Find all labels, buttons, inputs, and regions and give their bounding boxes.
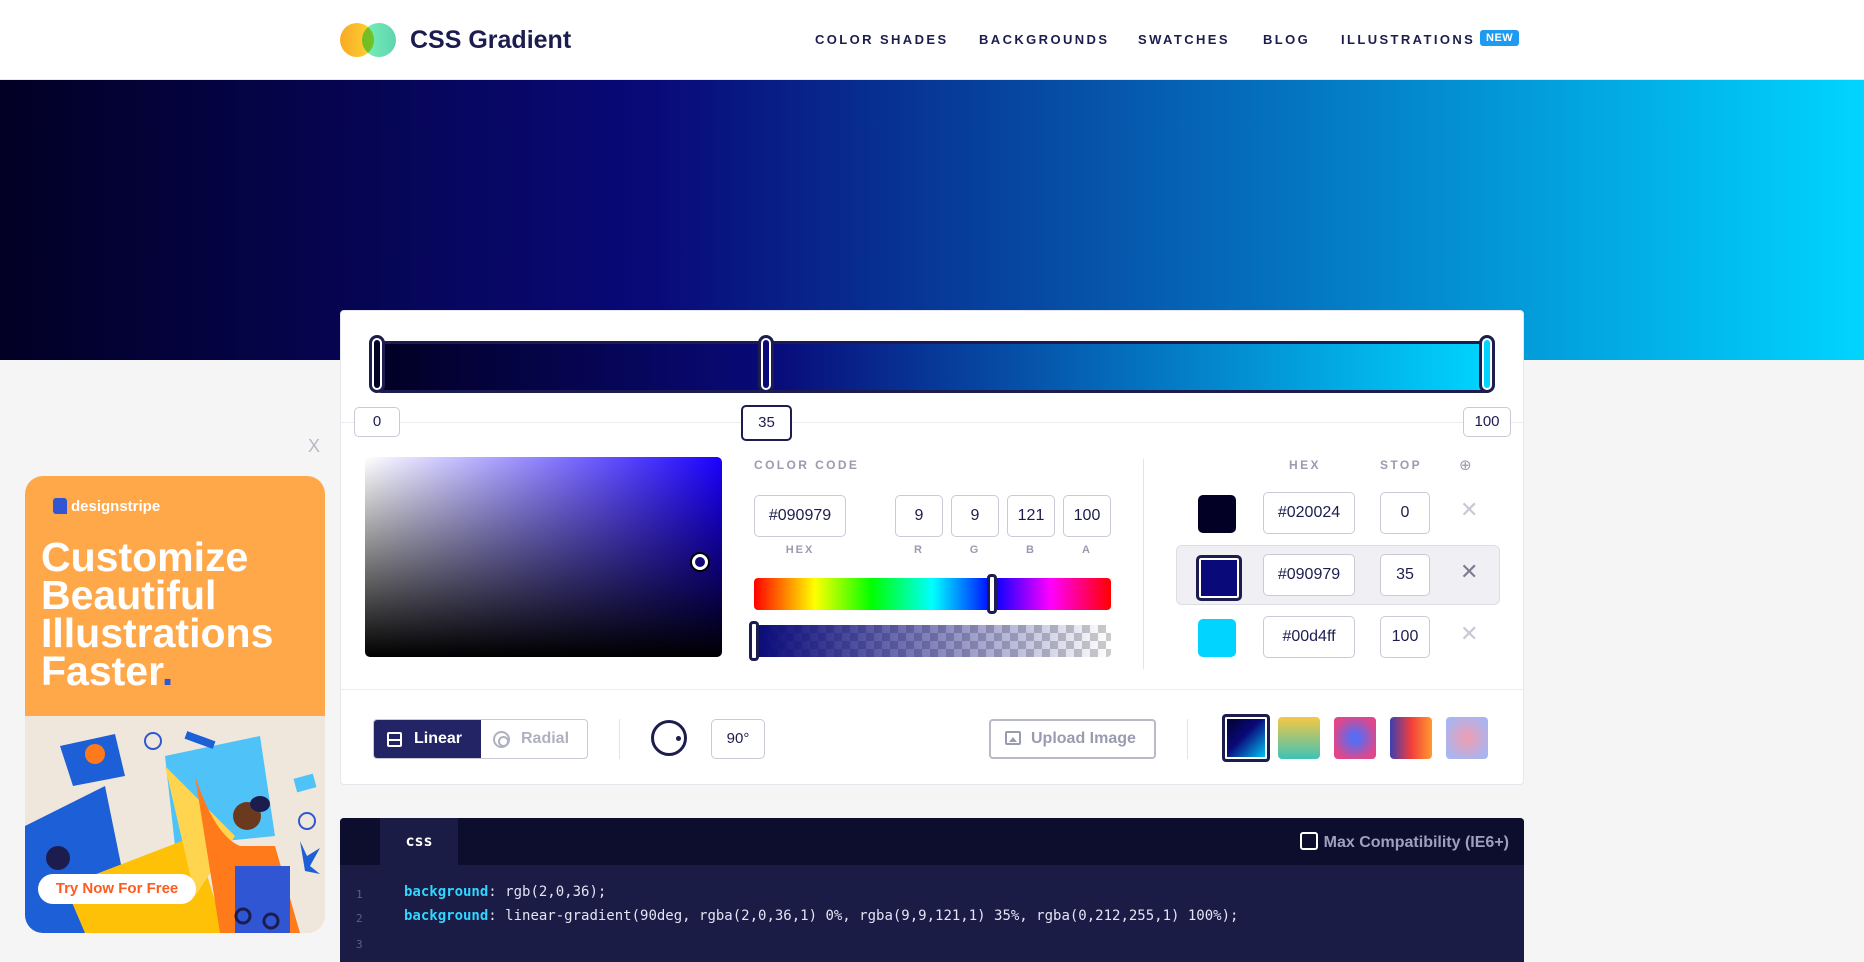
ad-banner[interactable]: designstripe Customize Beautiful Illustr… bbox=[25, 476, 325, 933]
line-number: 3 bbox=[356, 938, 363, 951]
new-badge: NEW bbox=[1480, 30, 1520, 46]
ad-close-button[interactable]: X bbox=[308, 436, 320, 457]
hex-sublabel: HEX bbox=[785, 544, 815, 556]
radial-icon bbox=[493, 731, 510, 748]
hue-slider-handle[interactable] bbox=[987, 574, 997, 614]
gradient-bar[interactable] bbox=[377, 341, 1490, 393]
designstripe-logo-icon bbox=[53, 498, 67, 514]
nav-color-shades[interactable]: COLOR SHADES bbox=[815, 32, 949, 47]
logo-icon[interactable] bbox=[340, 23, 396, 57]
stop-handle-1[interactable] bbox=[758, 335, 774, 393]
max-compatibility-toggle[interactable]: Max Compatibility (IE6+) bbox=[1299, 832, 1509, 852]
stop-value-0[interactable]: 0 bbox=[1380, 492, 1430, 534]
stop-value-2[interactable]: 100 bbox=[1380, 616, 1430, 658]
tab-css[interactable]: css bbox=[380, 818, 458, 865]
saturation-picker[interactable] bbox=[365, 457, 722, 657]
upload-image-button[interactable]: Upload Image bbox=[989, 719, 1156, 759]
controls-separator bbox=[1187, 719, 1188, 759]
stop-hex-0[interactable]: #020024 bbox=[1263, 492, 1355, 534]
brand-name[interactable]: CSS Gradient bbox=[410, 26, 571, 55]
angle-input[interactable]: 90° bbox=[711, 719, 765, 759]
preset-swatch-1[interactable] bbox=[1278, 717, 1320, 759]
nav-backgrounds[interactable]: BACKGROUNDS bbox=[979, 32, 1109, 47]
hex-column-header: HEX bbox=[1289, 458, 1321, 472]
add-stop-icon[interactable]: ⊕ bbox=[1459, 456, 1472, 474]
alpha-slider-handle[interactable] bbox=[749, 621, 759, 661]
line-number: 2 bbox=[356, 912, 363, 925]
nav-swatches[interactable]: SWATCHES bbox=[1138, 32, 1230, 47]
r-input[interactable]: 9 bbox=[895, 495, 943, 537]
b-input[interactable]: 121 bbox=[1007, 495, 1055, 537]
stop-position-0[interactable]: 0 bbox=[354, 407, 400, 437]
code-header: css Max Compatibility (IE6+) bbox=[340, 818, 1524, 865]
linear-icon bbox=[387, 732, 402, 747]
stop-row-2[interactable]: #00d4ff 100 ✕ bbox=[1176, 607, 1500, 667]
radial-button[interactable]: Radial bbox=[481, 720, 587, 758]
gradient-bar-area bbox=[341, 311, 1525, 423]
controls-divider bbox=[341, 689, 1525, 690]
linear-button[interactable]: Linear bbox=[374, 720, 481, 758]
gradient-editor: 0 35 100 COLOR CODE #090979 9 9 121 100 … bbox=[340, 310, 1525, 785]
preset-swatch-2[interactable] bbox=[1334, 717, 1376, 759]
code-output: css Max Compatibility (IE6+) 1 backgroun… bbox=[340, 818, 1524, 962]
preset-swatch-3[interactable] bbox=[1390, 717, 1432, 759]
stop-swatch-2[interactable] bbox=[1198, 619, 1236, 657]
preset-swatch-4[interactable] bbox=[1446, 717, 1488, 759]
hue-slider[interactable] bbox=[754, 578, 1111, 610]
remove-stop-icon[interactable]: ✕ bbox=[1460, 621, 1478, 647]
g-sublabel: G bbox=[969, 544, 981, 556]
remove-stop-icon[interactable]: ✕ bbox=[1460, 497, 1478, 523]
preset-swatch-0[interactable] bbox=[1222, 714, 1270, 762]
code-line-1[interactable]: background: rgb(2,0,36); bbox=[404, 884, 606, 900]
stop-row-0[interactable]: #020024 0 ✕ bbox=[1176, 483, 1500, 543]
ad-cta-button[interactable]: Try Now For Free bbox=[38, 874, 196, 904]
panel-divider bbox=[1143, 459, 1144, 669]
stop-swatch-0[interactable] bbox=[1198, 495, 1236, 533]
ad-brand: designstripe bbox=[53, 498, 160, 515]
site-header: CSS Gradient COLOR SHADES BACKGROUNDS SW… bbox=[0, 0, 1864, 80]
a-input[interactable]: 100 bbox=[1063, 495, 1111, 537]
stop-handle-0[interactable] bbox=[369, 335, 385, 393]
stop-handle-2[interactable] bbox=[1479, 335, 1495, 393]
stop-row-1[interactable]: #090979 35 ✕ bbox=[1176, 545, 1500, 605]
code-line-2[interactable]: background: linear-gradient(90deg, rgba(… bbox=[404, 908, 1238, 924]
stop-hex-1[interactable]: #090979 bbox=[1263, 554, 1355, 596]
controls-separator bbox=[619, 719, 620, 759]
nav-illustrations[interactable]: ILLUSTRATIONS bbox=[1341, 32, 1475, 47]
stop-position-1[interactable]: 35 bbox=[741, 405, 792, 441]
image-icon bbox=[1005, 731, 1021, 745]
b-sublabel: B bbox=[1026, 544, 1036, 556]
r-sublabel: R bbox=[914, 544, 924, 556]
line-number: 1 bbox=[356, 888, 363, 901]
stop-swatch-1[interactable] bbox=[1196, 555, 1242, 601]
ad-title: Customize Beautiful Illustrations Faster… bbox=[41, 534, 274, 694]
g-input[interactable]: 9 bbox=[951, 495, 999, 537]
stop-value-1[interactable]: 35 bbox=[1380, 554, 1430, 596]
nav-blog[interactable]: BLOG bbox=[1263, 32, 1310, 47]
stop-hex-2[interactable]: #00d4ff bbox=[1263, 616, 1355, 658]
angle-dial-icon[interactable] bbox=[651, 720, 687, 756]
gradient-type-toggle: Linear Radial bbox=[373, 719, 588, 759]
stop-position-2[interactable]: 100 bbox=[1463, 407, 1511, 437]
alpha-slider[interactable] bbox=[754, 625, 1111, 657]
checkbox-icon[interactable] bbox=[1299, 832, 1318, 850]
remove-stop-icon[interactable]: ✕ bbox=[1460, 559, 1478, 585]
stop-column-header: STOP bbox=[1380, 458, 1423, 472]
color-code-label: COLOR CODE bbox=[754, 458, 860, 472]
picker-cursor[interactable] bbox=[692, 554, 708, 570]
a-sublabel: A bbox=[1082, 544, 1092, 556]
hex-input[interactable]: #090979 bbox=[754, 495, 846, 537]
